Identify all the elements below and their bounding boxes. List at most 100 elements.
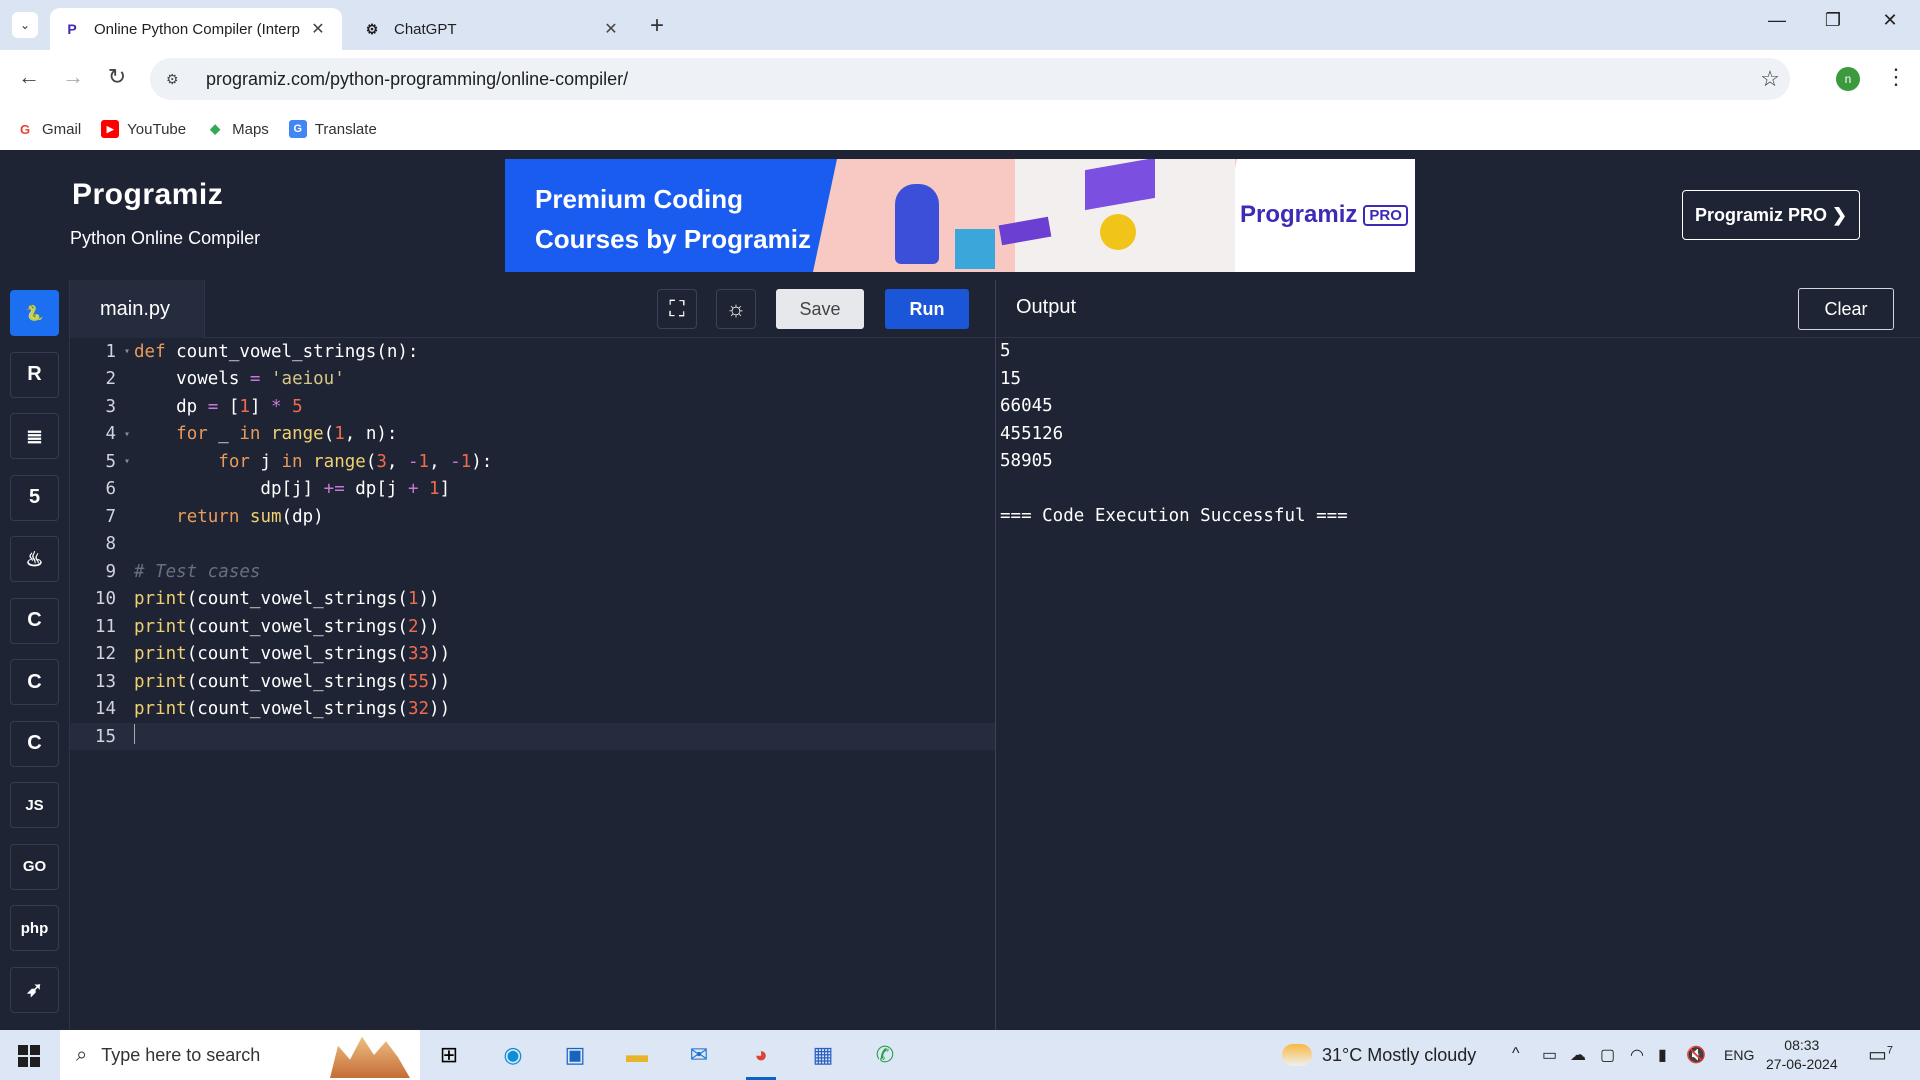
notification-count: 7 [1886,1044,1894,1057]
language-r-button[interactable]: R [10,351,59,398]
notification-center-icon[interactable]: ▭7 [1868,1042,1893,1067]
task-view-icon[interactable]: ⊞ [430,1038,468,1072]
code-editor[interactable]: 1 ▾ def count_vowel_strings(n): 2 vowels = … [70,338,995,1030]
browser-menu-icon[interactable]: ⋮ [1885,64,1907,90]
tab-chatgpt[interactable]: ⚙ ChatGPT ✕ [350,8,635,50]
clear-button[interactable]: Clear [1798,288,1894,330]
profile-avatar[interactable]: n [1836,67,1860,91]
close-window-icon[interactable]: ✕ [1870,10,1910,31]
code-line[interactable]: 10 print(count_vowel_strings(1)) [70,586,995,613]
code-line[interactable]: 8 [70,531,995,558]
fold-toggle-icon[interactable]: ▾ [120,346,134,357]
code-line[interactable]: 11 print(count_vowel_strings(2)) [70,613,995,640]
output-line: 5 [1000,341,1011,361]
windows-start-icon[interactable] [18,1045,40,1067]
wifi-icon[interactable]: ◠ [1630,1045,1644,1065]
code-line[interactable]: 4 ▾ for _ in range(1, n): [70,421,995,448]
weather-text: 31°C Mostly cloudy [1322,1044,1477,1065]
fullscreen-icon[interactable]: ⛶ [657,289,697,329]
bookmarks-bar: G Gmail ▶ YouTube ◆ Maps G Translate [0,108,1920,150]
panel-divider[interactable] [995,280,996,1030]
meet-now-icon[interactable]: ▭ [1542,1045,1557,1065]
input-language[interactable]: ENG [1724,1047,1754,1063]
language-sql-button[interactable]: ≣ [10,413,59,459]
fold-toggle-icon[interactable]: ▾ [120,456,134,467]
language-python-button[interactable]: 🐍 [10,290,59,336]
tab-search-chevron-icon[interactable]: ⌄ [12,12,38,38]
code-line[interactable]: 15 [70,723,995,750]
trophy-illustration [1100,214,1136,250]
language-html-button[interactable]: 5 [10,474,59,521]
desktop-app-icon[interactable]: ▣ [556,1038,594,1072]
tab-close-icon[interactable]: ✕ [601,19,621,39]
url-text[interactable]: programiz.com/python-programming/online-… [206,69,1750,90]
url-omnibox[interactable]: ⚙ programiz.com/python-programming/onlin… [150,58,1790,100]
bookmark-label: Translate [314,120,377,138]
java-icon: ♨ [25,548,44,571]
bookmark-gmail[interactable]: G Gmail [16,120,81,138]
language-csharp-button[interactable]: C [10,720,59,767]
code-line[interactable]: 2 vowels = 'aeiou' [70,366,995,393]
weather-widget[interactable]: 31°C Mostly cloudy [1282,1044,1476,1066]
language-c-button[interactable]: C [10,597,59,644]
theme-toggle-icon[interactable]: ☼ [716,289,756,329]
language-java-button[interactable]: ♨ [10,536,59,582]
code-line[interactable]: 13 print(count_vowel_strings(55)) [70,668,995,695]
new-tab-icon[interactable]: + [650,12,664,40]
code-line[interactable]: 7 return sum(dp) [70,503,995,530]
ad-banner[interactable]: Premium Coding Courses by Programiz Prog… [505,159,1415,272]
line-number: 13 [94,671,116,692]
code-line[interactable]: 6 dp[j] += dp[j + 1] [70,476,995,503]
edge-browser-icon[interactable]: ◉ [494,1038,532,1072]
html-icon: 5 [28,486,41,508]
programiz-pro-button[interactable]: Programiz PRO ❯ [1682,190,1860,240]
tab-close-icon[interactable]: ✕ [308,19,328,39]
programiz-logo[interactable]: Programiz [72,178,223,212]
bookmark-label: YouTube [127,120,187,138]
code-line[interactable]: 9 # Test cases [70,558,995,585]
whatsapp-icon[interactable]: ✆ [866,1038,904,1072]
cloudy-weather-icon [1282,1044,1312,1066]
code-line[interactable]: 5 ▾ for j in range(3, -1, -1): [70,448,995,475]
bookmark-youtube[interactable]: ▶ YouTube [101,120,186,138]
forward-arrow-icon[interactable]: → [58,64,88,90]
save-button[interactable]: Save [776,289,864,329]
back-arrow-icon[interactable]: ← [14,64,44,90]
minimize-icon[interactable]: — [1757,10,1797,31]
file-explorer-icon[interactable]: ▬ [618,1038,656,1072]
file-tab-main-py[interactable]: main.py [70,280,205,338]
display-icon[interactable]: ▢ [1600,1045,1615,1065]
reload-icon[interactable]: ↻ [102,64,132,90]
language-cpp-button[interactable]: C [10,659,59,705]
bookmark-translate[interactable]: G Translate [288,120,377,138]
youtube-icon: ▶ [101,120,120,138]
code-line[interactable]: 1 ▾ def count_vowel_strings(n): [70,338,995,365]
language-php-button[interactable]: php [10,905,59,951]
battery-icon[interactable]: ▮ [1658,1045,1667,1065]
code-line[interactable]: 3 dp = [1] * 5 [70,393,995,420]
show-hidden-icons-chevron-icon[interactable]: ^ [1512,1045,1520,1063]
mail-icon[interactable]: ✉ [680,1038,718,1072]
system-clock[interactable]: 08:33 27-06-2024 [1766,1036,1838,1074]
code-text: dp[j] += dp[j + 1] [134,479,451,499]
chrome-icon[interactable]: ◕ [742,1038,780,1080]
store-icon[interactable]: ▦ [804,1038,842,1072]
code-line[interactable]: 12 print(count_vowel_strings(33)) [70,641,995,668]
language-swift-button[interactable]: ➶ [10,966,59,1013]
onedrive-cloud-icon[interactable]: ☁ [1570,1045,1586,1065]
bookmark-star-icon[interactable]: ☆ [1750,66,1790,92]
site-settings-icon[interactable]: ⚙ [166,71,186,88]
language-js-button[interactable]: JS [10,782,59,828]
code-line[interactable]: 14 print(count_vowel_strings(32)) [70,696,995,723]
fold-toggle-icon[interactable]: ▾ [120,429,134,440]
line-number: 12 [94,644,116,664]
gmail-icon: G [19,121,31,137]
code-text: for _ in range(1, n): [176,424,398,444]
restore-icon[interactable]: ❐ [1813,10,1853,31]
output-line: === Code Execution Successful === [1000,506,1348,526]
tab-programiz[interactable]: P Online Python Compiler (Interp ✕ [50,8,342,50]
bookmark-maps[interactable]: ◆ Maps [206,120,269,138]
volume-muted-icon[interactable]: 🔇 [1686,1045,1706,1065]
language-go-button[interactable]: GO [10,843,59,890]
run-button[interactable]: Run [885,289,969,329]
